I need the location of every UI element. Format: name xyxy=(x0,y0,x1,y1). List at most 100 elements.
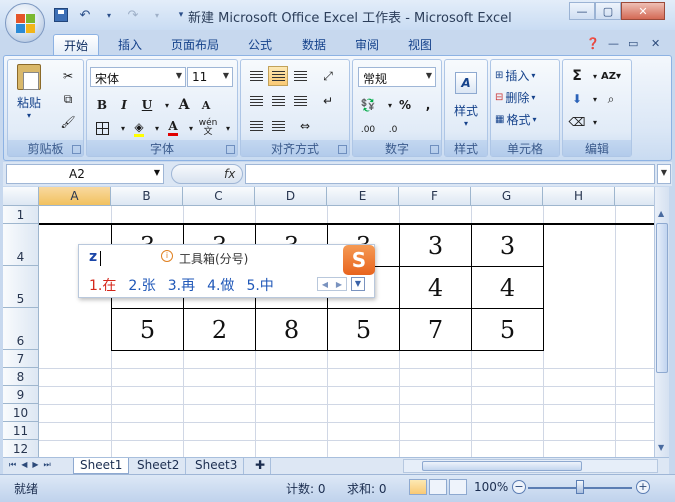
save-button[interactable] xyxy=(52,6,70,24)
ime-candidate-4[interactable]: 4.做 xyxy=(207,275,234,295)
comma-style-button[interactable]: , xyxy=(418,95,438,115)
borders-button[interactable] xyxy=(92,118,112,138)
insert-sheet-button[interactable]: ✚ xyxy=(249,458,271,474)
clear-dropdown[interactable]: ▾ xyxy=(585,112,605,132)
tab-data[interactable]: 数据 xyxy=(292,34,336,55)
column-header-i[interactable] xyxy=(615,187,654,206)
cell-e6[interactable]: 5 xyxy=(327,308,400,351)
ribbon-restore-button[interactable]: ▭ xyxy=(628,37,638,50)
bold-button[interactable]: B xyxy=(92,95,112,115)
align-top-button[interactable] xyxy=(246,66,266,86)
clipboard-launcher[interactable] xyxy=(72,145,81,154)
ribbon-minimize-button[interactable]: — xyxy=(608,37,619,50)
ime-next-page-icon[interactable]: ▶ xyxy=(336,280,342,289)
underline-button[interactable]: U xyxy=(137,95,157,115)
row-header-1[interactable]: 1 xyxy=(3,206,39,224)
column-header-e[interactable]: E xyxy=(327,187,399,206)
number-format-combo[interactable]: 常规 ▼ xyxy=(358,67,436,87)
row-header-9[interactable]: 9 xyxy=(3,386,39,404)
align-middle-button[interactable] xyxy=(268,66,288,86)
accounting-format-button[interactable]: 💱 xyxy=(358,95,378,115)
worksheet-grid[interactable]: A B C D E F G H 1 4 5 6 7 8 9 10 11 12 3… xyxy=(3,187,654,457)
cell-c6[interactable]: 2 xyxy=(183,308,256,351)
close-button[interactable]: ✕ xyxy=(621,2,665,20)
tab-page-layout[interactable]: 页面布局 xyxy=(162,34,228,55)
paste-button[interactable]: 粘贴 ▾ xyxy=(12,64,46,120)
sort-filter-button[interactable]: AZ▾ xyxy=(601,66,621,86)
column-header-g[interactable]: G xyxy=(471,187,543,206)
row-header-6[interactable]: 6 xyxy=(3,308,39,350)
sheet-tab-3[interactable]: Sheet3 xyxy=(189,458,245,474)
zoom-slider-knob[interactable] xyxy=(576,480,584,494)
ime-candidate-2[interactable]: 2.张 xyxy=(128,275,155,295)
undo-button[interactable]: ↶ xyxy=(76,6,94,24)
sheet-tab-1[interactable]: Sheet1 xyxy=(73,458,130,474)
decrease-decimal-button[interactable]: .0 xyxy=(383,120,403,140)
cell-f5[interactable]: 4 xyxy=(399,266,472,309)
tab-formulas[interactable]: 公式 xyxy=(238,34,282,55)
scroll-up-arrow-icon[interactable]: ▲ xyxy=(658,209,664,218)
zoom-in-button[interactable]: + xyxy=(636,480,650,494)
column-header-f[interactable]: F xyxy=(399,187,471,206)
redo-dropdown[interactable]: ▾ xyxy=(148,6,166,24)
delete-cells-button[interactable]: ⊟ 删除 ▾ xyxy=(495,88,535,106)
cell-d6[interactable]: 8 xyxy=(255,308,328,351)
zoom-level[interactable]: 100% xyxy=(474,480,508,494)
cell-g4[interactable]: 3 xyxy=(471,224,544,267)
wrap-text-button[interactable]: ↵ xyxy=(318,91,338,111)
tab-review[interactable]: 审阅 xyxy=(345,34,389,55)
align-left-button[interactable] xyxy=(246,91,266,111)
ime-candidate-3[interactable]: 3.再 xyxy=(168,275,195,295)
maximize-button[interactable]: ▢ xyxy=(595,2,621,20)
row-header-11[interactable]: 11 xyxy=(3,422,39,440)
autosum-button[interactable]: Σ xyxy=(567,66,587,86)
clear-button[interactable]: ⌫ xyxy=(567,112,587,132)
cell-g6[interactable]: 5 xyxy=(471,308,544,351)
horizontal-scroll-thumb[interactable] xyxy=(422,461,582,471)
column-header-b[interactable]: B xyxy=(111,187,183,206)
format-painter-button[interactable]: 🖌 xyxy=(58,112,78,132)
formula-input[interactable] xyxy=(245,164,655,184)
decrease-indent-button[interactable] xyxy=(246,116,266,136)
copy-button[interactable]: ⧉ xyxy=(58,89,78,109)
vertical-scrollbar[interactable]: ▲ ▼ xyxy=(654,187,669,457)
row-header-12[interactable]: 12 xyxy=(3,440,39,457)
ime-hint[interactable]: 工具箱(分号) xyxy=(179,250,248,267)
sheet-tab-2[interactable]: Sheet2 xyxy=(131,458,187,474)
insert-cells-button[interactable]: ⊞ 插入 ▾ xyxy=(495,66,535,84)
cell-f6[interactable]: 7 xyxy=(399,308,472,351)
tab-view[interactable]: 视图 xyxy=(398,34,442,55)
column-header-h[interactable]: H xyxy=(543,187,615,206)
phonetic-dropdown[interactable]: ▾ xyxy=(218,118,238,138)
zoom-out-button[interactable]: − xyxy=(512,480,526,494)
increase-indent-button[interactable] xyxy=(268,116,288,136)
tab-home[interactable]: 开始 xyxy=(53,34,99,55)
column-header-d[interactable]: D xyxy=(255,187,327,206)
select-all-button[interactable] xyxy=(3,187,39,206)
italic-button[interactable]: I xyxy=(114,95,134,115)
cell-f4[interactable]: 3 xyxy=(399,224,472,267)
row-header-4[interactable]: 4 xyxy=(3,224,39,266)
percent-style-button[interactable]: % xyxy=(395,95,415,115)
column-header-c[interactable]: C xyxy=(183,187,255,206)
sheet-nav-buttons[interactable]: ⏮◀▶⏭ xyxy=(9,460,56,470)
number-launcher[interactable] xyxy=(430,145,439,154)
font-color-button[interactable]: A xyxy=(163,118,183,138)
align-bottom-button[interactable] xyxy=(290,66,310,86)
fill-color-button[interactable]: ◈ xyxy=(129,118,149,138)
find-select-button[interactable]: ⌕ xyxy=(601,89,621,109)
redo-button[interactable]: ↷ xyxy=(124,6,142,24)
ime-candidate-1[interactable]: 1.在 xyxy=(89,275,116,295)
cell-g5[interactable]: 4 xyxy=(471,266,544,309)
row-header-8[interactable]: 8 xyxy=(3,368,39,386)
minimize-button[interactable]: — xyxy=(569,2,595,20)
ime-prev-page-icon[interactable]: ◀ xyxy=(322,280,328,289)
font-launcher[interactable] xyxy=(226,145,235,154)
name-box[interactable]: A2 ▼ xyxy=(6,164,164,184)
orientation-button[interactable]: ⤢ xyxy=(318,66,338,86)
insert-function-button[interactable]: fx xyxy=(171,164,243,184)
font-size-combo[interactable]: 11 ▼ xyxy=(187,67,233,87)
grow-font-button[interactable]: A xyxy=(174,95,194,115)
column-header-a[interactable]: A xyxy=(39,187,111,206)
page-break-view-button[interactable] xyxy=(449,479,467,495)
